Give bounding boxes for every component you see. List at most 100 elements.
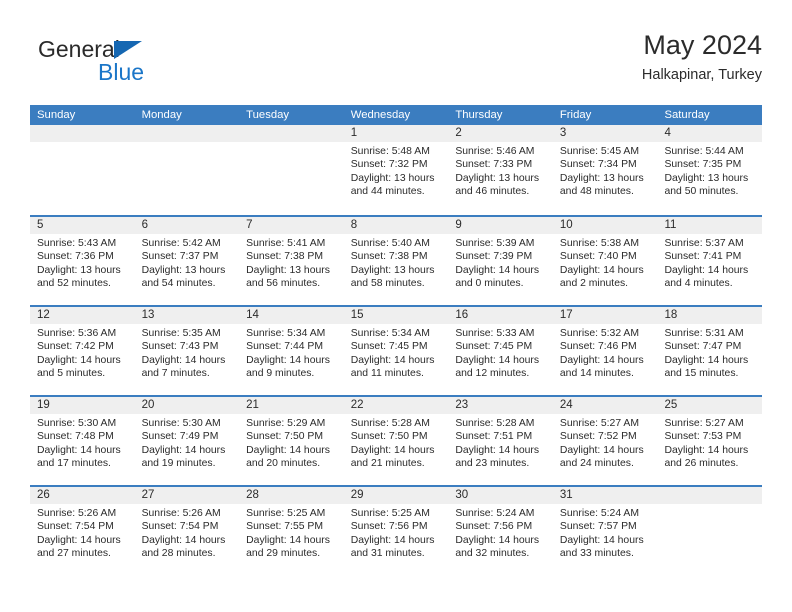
day-number-band: 16 — [448, 307, 553, 324]
day-details: Sunrise: 5:35 AM Sunset: 7:43 PM Daylight:… — [135, 324, 240, 381]
day-details: Sunrise: 5:29 AM Sunset: 7:50 PM Daylight:… — [239, 414, 344, 471]
day-cell-26[interactable]: 26 Sunrise: 5:26 AM Sunset: 7:54 PM Dayligh… — [30, 487, 135, 575]
day-cell-31[interactable]: 31 Sunrise: 5:24 AM Sunset: 7:57 PM Dayligh… — [552, 487, 658, 575]
day-detail-line: Sunrise: 5:27 AM — [664, 418, 744, 429]
general-blue-logo[interactable]: General Blue — [38, 36, 218, 94]
day-detail-line: Sunrise: 5:37 AM — [664, 238, 744, 249]
day-cell-29[interactable]: 29 Sunrise: 5:25 AM Sunset: 7:56 PM Dayligh… — [343, 487, 449, 575]
day-number-band: 29 — [343, 487, 449, 504]
day-cell-6[interactable]: 6 Sunrise: 5:42 AM Sunset: 7:37 PM Daylight… — [134, 217, 240, 305]
day-number: 22 — [350, 399, 364, 411]
day-details — [657, 504, 762, 507]
day-details: Sunrise: 5:34 AM Sunset: 7:45 PM Daylight:… — [344, 324, 449, 381]
day-cell-9[interactable]: 9 Sunrise: 5:39 AM Sunset: 7:39 PM Daylight… — [448, 217, 553, 305]
day-cell-1[interactable]: 1 Sunrise: 5:48 AM Sunset: 7:32 PM Daylight… — [343, 125, 449, 215]
day-number-band: 31 — [552, 487, 658, 504]
day-detail-line: Sunset: 7:44 PM — [246, 341, 323, 353]
day-detail-line: Daylight: 14 hours — [559, 354, 644, 366]
day-cell-7[interactable]: 7 Sunrise: 5:41 AM Sunset: 7:38 PM Daylight… — [239, 217, 344, 305]
title-block: May 2024 Halkapinar, Turkey — [642, 28, 762, 86]
day-number-band — [134, 125, 240, 142]
day-number-band: 14 — [239, 307, 344, 324]
day-detail-line: and 28 minutes. — [141, 548, 216, 560]
day-detail-line: Sunset: 7:32 PM — [350, 159, 428, 171]
day-number-band: 26 — [30, 487, 135, 504]
day-number: 1 — [350, 127, 358, 139]
day-detail-line: and 20 minutes. — [246, 458, 321, 470]
day-number-band: 30 — [448, 487, 553, 504]
page-header: General Blue May 2024 Halkapinar, Turkey — [30, 28, 762, 100]
day-detail-line: Sunrise: 5:34 AM — [246, 328, 326, 339]
day-cell-2[interactable]: 2 Sunrise: 5:46 AM Sunset: 7:33 PM Daylight… — [448, 125, 553, 215]
week-row: 12 Sunrise: 5:36 AM Sunset: 7:42 PM Dayligh… — [30, 305, 763, 395]
day-number: 24 — [559, 399, 573, 411]
day-detail-line: and 44 minutes. — [350, 186, 425, 198]
day-details: Sunrise: 5:26 AM Sunset: 7:54 PM Daylight:… — [135, 504, 240, 561]
day-cell-empty — [30, 125, 135, 215]
day-cell-14[interactable]: 14 Sunrise: 5:34 AM Sunset: 7:44 PM Dayligh… — [239, 307, 344, 395]
day-cell-25[interactable]: 25 Sunrise: 5:27 AM Sunset: 7:53 PM Dayligh… — [657, 397, 763, 485]
day-cell-12[interactable]: 12 Sunrise: 5:36 AM Sunset: 7:42 PM Dayligh… — [30, 307, 135, 395]
day-details: Sunrise: 5:28 AM Sunset: 7:51 PM Daylight:… — [448, 414, 553, 471]
day-number-band — [239, 125, 344, 142]
day-cell-5[interactable]: 5 Sunrise: 5:43 AM Sunset: 7:36 PM Daylight… — [30, 217, 135, 305]
day-cell-13[interactable]: 13 Sunrise: 5:35 AM Sunset: 7:43 PM Dayligh… — [134, 307, 240, 395]
day-detail-line: Daylight: 14 hours — [455, 444, 540, 456]
day-cell-19[interactable]: 19 Sunrise: 5:30 AM Sunset: 7:48 PM Dayligh… — [30, 397, 135, 485]
day-cell-16[interactable]: 16 Sunrise: 5:33 AM Sunset: 7:45 PM Dayligh… — [448, 307, 553, 395]
day-cell-21[interactable]: 21 Sunrise: 5:29 AM Sunset: 7:50 PM Dayligh… — [239, 397, 344, 485]
day-cell-22[interactable]: 22 Sunrise: 5:28 AM Sunset: 7:50 PM Dayligh… — [343, 397, 449, 485]
day-number: 14 — [246, 309, 259, 321]
day-cell-27[interactable]: 27 Sunrise: 5:26 AM Sunset: 7:54 PM Dayligh… — [134, 487, 240, 575]
day-detail-line: and 21 minutes. — [350, 458, 425, 470]
day-cell-20[interactable]: 20 Sunrise: 5:30 AM Sunset: 7:49 PM Dayligh… — [134, 397, 240, 485]
day-cell-15[interactable]: 15 Sunrise: 5:34 AM Sunset: 7:45 PM Dayligh… — [343, 307, 449, 395]
page-title: May 2024 — [643, 30, 762, 60]
day-number: 20 — [141, 399, 155, 411]
day-detail-line: Sunset: 7:52 PM — [559, 431, 637, 443]
day-details — [135, 142, 240, 145]
day-cell-24[interactable]: 24 Sunrise: 5:27 AM Sunset: 7:52 PM Dayligh… — [552, 397, 658, 485]
day-cell-17[interactable]: 17 Sunrise: 5:32 AM Sunset: 7:46 PM Dayligh… — [552, 307, 658, 395]
day-detail-line: Sunrise: 5:42 AM — [141, 238, 221, 249]
day-detail-line: Sunrise: 5:44 AM — [664, 146, 744, 157]
day-detail-line: Sunrise: 5:31 AM — [664, 328, 744, 339]
day-number: 4 — [664, 127, 671, 139]
day-cell-18[interactable]: 18 Sunrise: 5:31 AM Sunset: 7:47 PM Dayligh… — [657, 307, 763, 395]
day-detail-line: and 32 minutes. — [455, 548, 530, 560]
day-cell-10[interactable]: 10 Sunrise: 5:38 AM Sunset: 7:40 PM Dayligh… — [552, 217, 658, 305]
day-detail-line: and 27 minutes. — [37, 548, 111, 560]
day-cell-28[interactable]: 28 Sunrise: 5:25 AM Sunset: 7:55 PM Dayligh… — [239, 487, 344, 575]
day-detail-line: Sunset: 7:56 PM — [455, 521, 533, 533]
day-detail-line: Daylight: 14 hours — [664, 354, 749, 366]
day-number-band: 2 — [448, 125, 553, 142]
day-cell-11[interactable]: 11 Sunrise: 5:37 AM Sunset: 7:41 PM Dayligh… — [657, 217, 763, 305]
day-detail-line: Sunset: 7:54 PM — [37, 521, 114, 533]
day-detail-line: Daylight: 14 hours — [559, 534, 644, 546]
day-detail-line: Sunrise: 5:39 AM — [455, 238, 535, 249]
day-cell-23[interactable]: 23 Sunrise: 5:28 AM Sunset: 7:51 PM Dayligh… — [448, 397, 553, 485]
day-number: 10 — [559, 219, 573, 231]
day-details: Sunrise: 5:27 AM Sunset: 7:53 PM Daylight:… — [657, 414, 762, 471]
day-cell-8[interactable]: 8 Sunrise: 5:40 AM Sunset: 7:38 PM Daylight… — [343, 217, 449, 305]
day-detail-line: Sunrise: 5:48 AM — [350, 146, 430, 157]
day-detail-line: Sunrise: 5:38 AM — [559, 238, 640, 249]
day-details: Sunrise: 5:26 AM Sunset: 7:54 PM Daylight:… — [30, 504, 135, 561]
day-number: 9 — [455, 219, 462, 231]
day-number-band: 13 — [134, 307, 240, 324]
day-detail-line: Daylight: 14 hours — [246, 354, 330, 366]
day-detail-line: Sunrise: 5:29 AM — [246, 418, 326, 429]
day-detail-line: Daylight: 14 hours — [559, 444, 644, 456]
day-cell-3[interactable]: 3 Sunrise: 5:45 AM Sunset: 7:34 PM Daylight… — [552, 125, 658, 215]
day-detail-line: Daylight: 13 hours — [559, 172, 644, 184]
day-cell-30[interactable]: 30 Sunrise: 5:24 AM Sunset: 7:56 PM Dayligh… — [448, 487, 553, 575]
day-detail-line: Sunrise: 5:46 AM — [455, 146, 535, 157]
day-number: 19 — [37, 399, 50, 411]
day-cell-4[interactable]: 4 Sunrise: 5:44 AM Sunset: 7:35 PM Daylight… — [657, 125, 763, 215]
day-number-band: 18 — [657, 307, 763, 324]
day-detail-line: Daylight: 14 hours — [455, 354, 540, 366]
day-details: Sunrise: 5:44 AM Sunset: 7:35 PM Daylight:… — [657, 142, 762, 199]
day-detail-line: and 24 minutes. — [559, 458, 634, 470]
day-detail-line: Daylight: 13 hours — [350, 264, 435, 276]
day-number-band: 24 — [552, 397, 658, 414]
